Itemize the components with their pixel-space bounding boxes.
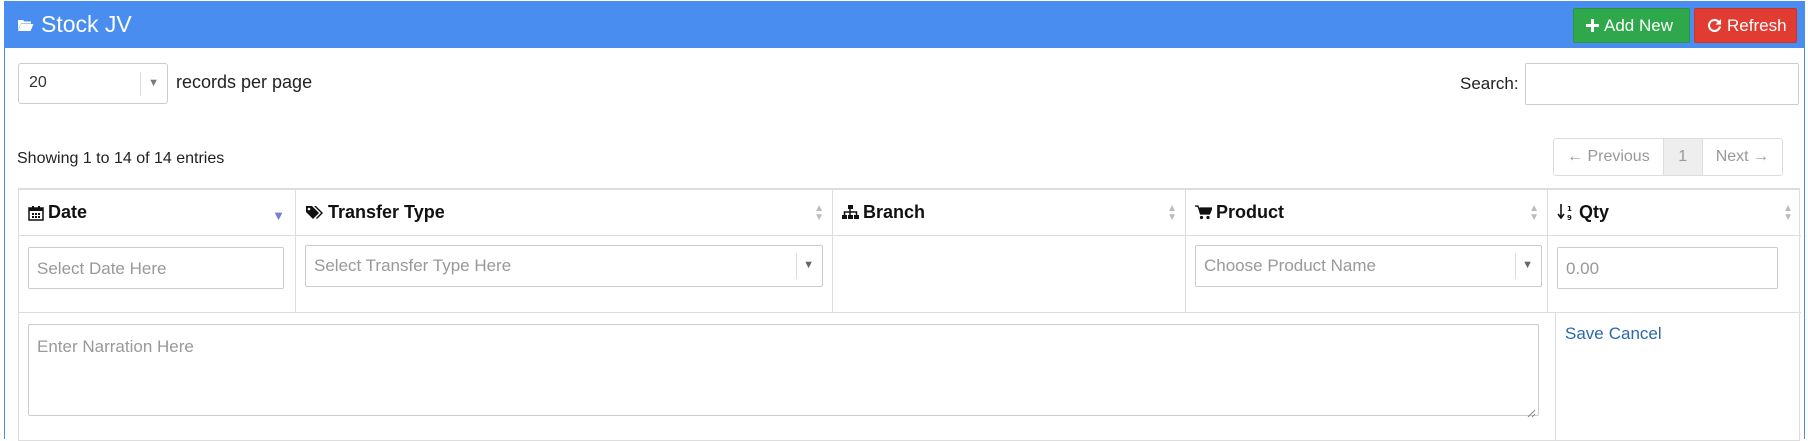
plus-icon	[1586, 19, 1599, 32]
column-label-qty: Qty	[1579, 202, 1610, 222]
pagination: ← Previous 1 Next →	[1553, 138, 1784, 176]
transfer-type-cell: Select Transfer Type Here ▼	[296, 236, 833, 313]
cancel-link[interactable]: Cancel	[1609, 324, 1662, 344]
narration-textarea[interactable]: Enter Narration Here	[28, 324, 1539, 418]
transfer-type-select[interactable]: Select Transfer Type Here ▼	[305, 245, 823, 287]
previous-page-button[interactable]: ← Previous	[1554, 139, 1663, 175]
folder-open-icon	[17, 18, 34, 32]
transfer-type-placeholder: Select Transfer Type Here	[314, 256, 512, 275]
chevron-down-icon: ▼	[1522, 259, 1533, 271]
branch-cell	[833, 236, 1186, 313]
tags-icon	[305, 205, 324, 220]
panel-header: Stock JV Add New Refresh	[5, 2, 1804, 48]
select-divider	[1515, 253, 1516, 279]
column-label-branch: Branch	[863, 202, 926, 222]
column-header-qty[interactable]: 19 Qty ▲ ▼	[1548, 190, 1801, 236]
product-cell: Choose Product Name ▼	[1186, 236, 1548, 313]
narration-row: Enter Narration Here Save Cancel	[19, 313, 1799, 441]
qty-cell: 0.00	[1548, 236, 1801, 313]
date-cell: Select Date Here	[19, 236, 296, 313]
records-per-page-select[interactable]: 20 ▼	[18, 63, 168, 104]
chevron-down-icon: ▼	[148, 77, 159, 89]
records-per-page-label: records per page	[176, 72, 313, 92]
column-header-product[interactable]: Product ▲ ▼	[1186, 190, 1548, 236]
date-input[interactable]: Select Date Here	[28, 247, 284, 289]
refresh-button[interactable]: Refresh	[1694, 8, 1797, 43]
stock-jv-table: Date ▼ Transfer Type ▲ ▼ Branch ▲ ▼ Produc…	[18, 188, 1801, 441]
calendar-icon	[28, 205, 44, 221]
sort-both-icon: ▲ ▼	[1529, 203, 1539, 223]
entries-info: Showing 1 to 14 of 14 entries	[17, 150, 225, 167]
sort-both-icon: ▲ ▼	[814, 203, 824, 223]
search-input[interactable]	[1525, 63, 1799, 105]
column-header-transfer-type[interactable]: Transfer Type ▲ ▼	[296, 190, 833, 236]
column-label-date: Date	[48, 202, 88, 222]
svg-text:1: 1	[1567, 205, 1572, 213]
qty-input[interactable]: 0.00	[1557, 247, 1778, 289]
shopping-cart-icon	[1195, 205, 1212, 220]
select-divider	[796, 253, 797, 279]
row-actions: Save Cancel	[1565, 324, 1662, 344]
sort-both-icon: ▲ ▼	[1167, 203, 1177, 223]
column-header-date[interactable]: Date ▼	[19, 190, 296, 236]
refresh-label: Refresh	[1727, 15, 1787, 35]
page-number-button[interactable]: 1	[1662, 139, 1703, 175]
narration-placeholder: Enter Narration Here	[37, 337, 194, 356]
product-placeholder: Choose Product Name	[1204, 256, 1376, 275]
sort-descending-icon: ▼	[272, 208, 285, 223]
refresh-icon	[1707, 18, 1722, 33]
select-divider	[140, 72, 141, 96]
page-title-text: Stock JV	[41, 11, 132, 37]
sort-numeric-icon: 19	[1557, 204, 1575, 221]
add-new-button[interactable]: Add New	[1573, 8, 1690, 43]
search-label: Search:	[1460, 74, 1519, 93]
add-new-label: Add New	[1604, 15, 1673, 35]
column-label-transfer-type: Transfer Type	[328, 202, 445, 222]
records-per-page-value: 20	[29, 74, 47, 91]
svg-text:9: 9	[1567, 214, 1572, 221]
column-header-branch[interactable]: Branch ▲ ▼	[833, 190, 1186, 236]
sitemap-icon	[842, 205, 859, 220]
chevron-down-icon: ▼	[803, 259, 814, 271]
product-select[interactable]: Choose Product Name ▼	[1195, 245, 1542, 287]
resize-handle-icon[interactable]	[1526, 403, 1536, 418]
page-title: Stock JV	[17, 11, 132, 38]
column-label-product: Product	[1216, 202, 1285, 222]
sort-both-icon: ▲ ▼	[1783, 203, 1793, 223]
stock-jv-panel: Stock JV Add New Refresh 20 ▼ records pe…	[4, 1, 1805, 441]
narration-cell: Enter Narration Here	[19, 313, 1556, 441]
save-link[interactable]: Save	[1565, 324, 1604, 344]
next-page-button[interactable]: Next →	[1703, 139, 1782, 175]
